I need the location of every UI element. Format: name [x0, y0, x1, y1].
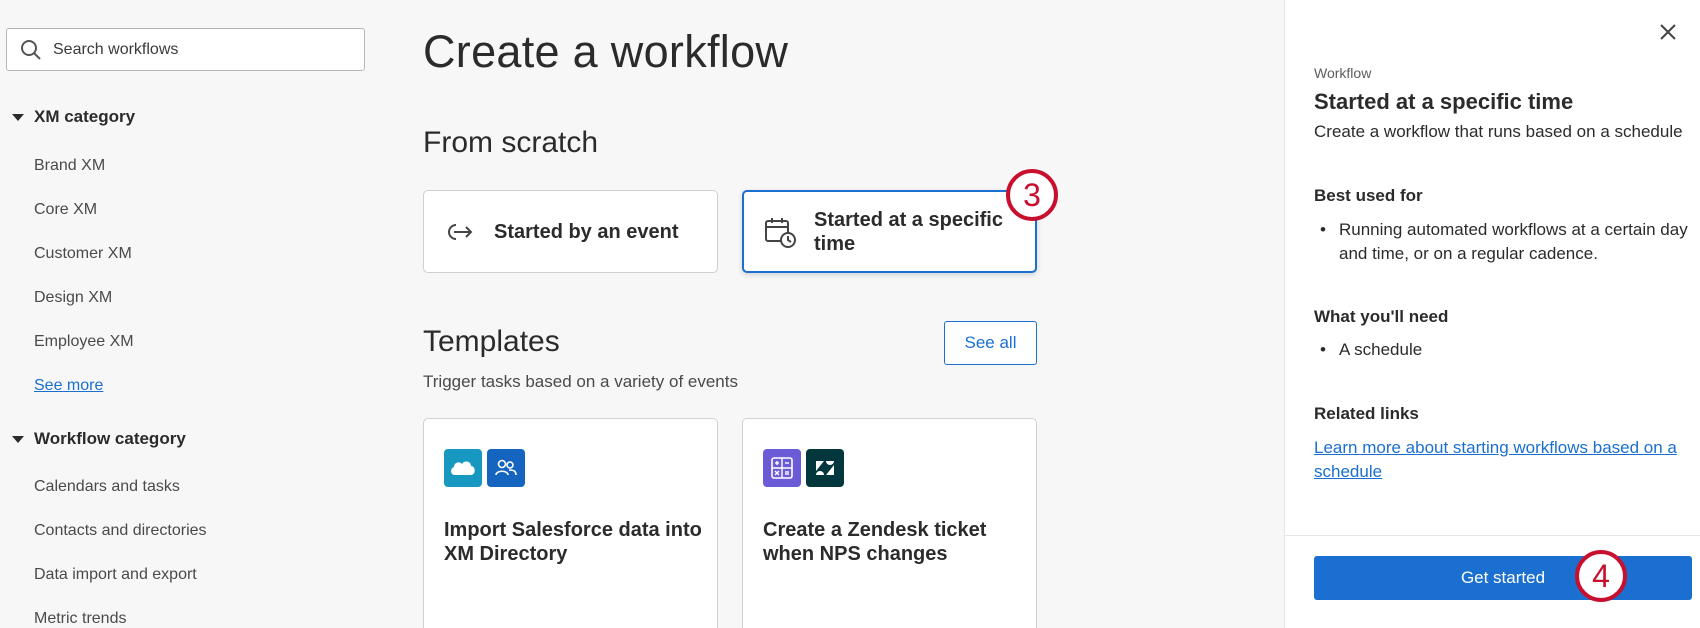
- xm-category-label: XM category: [34, 107, 136, 126]
- best-used-for-list: Running automated workflows at a certain…: [1314, 218, 1689, 266]
- what-you-need-list: A schedule: [1314, 338, 1689, 362]
- related-links-heading: Related links: [1314, 404, 1419, 423]
- started-by-event-card[interactable]: Started by an event: [423, 190, 718, 273]
- calendar-clock-icon: [764, 216, 796, 248]
- list-item: A schedule: [1314, 338, 1689, 362]
- template-card-zendesk[interactable]: Create a Zendesk ticket when NPS changes: [742, 418, 1037, 628]
- what-you-need-heading: What you'll need: [1314, 307, 1449, 326]
- panel-description: Create a workflow that runs based on a s…: [1314, 122, 1683, 141]
- step-3-annotation: 3: [1006, 169, 1058, 221]
- template-card-salesforce[interactable]: Import Salesforce data into XM Directory: [423, 418, 718, 628]
- search-input[interactable]: [53, 40, 343, 59]
- sidebar-item-metric-trends[interactable]: Metric trends: [34, 610, 126, 628]
- started-by-event-label: Started by an event: [494, 220, 679, 243]
- best-used-for-heading: Best used for: [1314, 186, 1423, 205]
- template-title: Import Salesforce data into XM Directory: [444, 519, 702, 565]
- template-title: Create a Zendesk ticket when NPS changes: [763, 519, 987, 565]
- sidebar-item-contacts[interactable]: Contacts and directories: [34, 522, 207, 540]
- sidebar-item-design-xm[interactable]: Design XM: [34, 289, 112, 307]
- caret-down-icon: [12, 113, 24, 121]
- sidebar: XM category Brand XM Core XM Customer XM…: [0, 0, 380, 628]
- main-content: Create a workflow From scratch Started b…: [380, 0, 1284, 628]
- step-4-annotation: 4: [1575, 550, 1627, 602]
- sidebar-item-data-import[interactable]: Data import and export: [34, 566, 197, 584]
- details-panel: Workflow Started at a specific time Crea…: [1284, 0, 1700, 628]
- templates-heading: Templates: [423, 325, 560, 358]
- sidebar-item-core-xm[interactable]: Core XM: [34, 201, 97, 219]
- learn-more-link[interactable]: Learn more about starting workflows base…: [1314, 436, 1684, 484]
- started-at-specific-time-label: Started at a specific time: [814, 208, 1003, 255]
- panel-eyebrow: Workflow: [1314, 65, 1372, 81]
- salesforce-logo: [444, 449, 482, 487]
- workflow-category-label: Workflow category: [34, 429, 186, 448]
- see-all-button[interactable]: See all: [944, 321, 1037, 365]
- list-item: Running automated workflows at a certain…: [1314, 218, 1689, 266]
- get-started-button[interactable]: Get started: [1314, 556, 1692, 600]
- divider: [1285, 535, 1700, 536]
- panel-title: Started at a specific time: [1314, 89, 1574, 114]
- xm-directory-icon: [487, 449, 525, 487]
- workflow-category-toggle[interactable]: Workflow category: [12, 429, 186, 449]
- event-arrow-icon: [444, 216, 476, 248]
- search-box[interactable]: [6, 28, 365, 71]
- calculator-icon: [763, 449, 801, 487]
- sidebar-item-calendars[interactable]: Calendars and tasks: [34, 478, 180, 496]
- sidebar-item-employee-xm[interactable]: Employee XM: [34, 333, 134, 351]
- zendesk-logo: [806, 449, 844, 487]
- see-more-link[interactable]: See more: [34, 377, 103, 395]
- search-icon: [19, 38, 43, 62]
- page-title: Create a workflow: [423, 26, 789, 77]
- sidebar-item-brand-xm[interactable]: Brand XM: [34, 157, 105, 175]
- xm-category-toggle[interactable]: XM category: [12, 107, 135, 127]
- started-at-specific-time-card[interactable]: Started at a specific time: [742, 190, 1037, 273]
- sidebar-item-customer-xm[interactable]: Customer XM: [34, 245, 132, 263]
- from-scratch-heading: From scratch: [423, 126, 599, 159]
- close-icon[interactable]: [1656, 20, 1680, 44]
- caret-down-icon: [12, 435, 24, 443]
- templates-subtitle: Trigger tasks based on a variety of even…: [423, 372, 738, 391]
